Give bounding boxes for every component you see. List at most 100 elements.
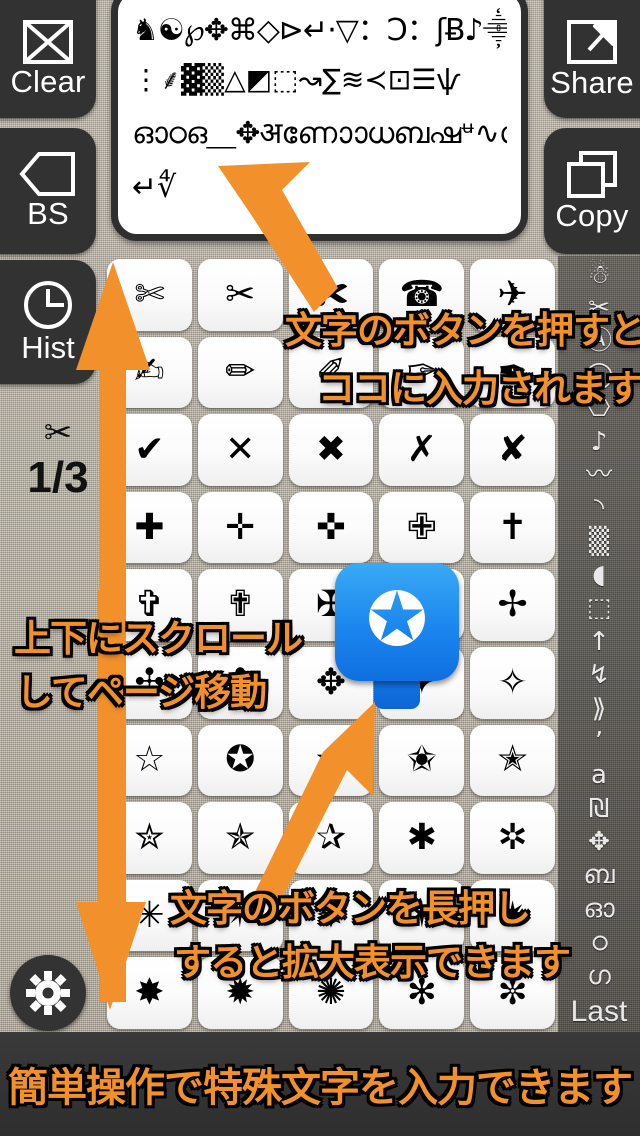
rail-category-item[interactable]: ↯: [558, 659, 640, 692]
rail-category-item[interactable]: ഓ: [558, 892, 640, 925]
grid-cell[interactable]: ✝: [467, 489, 558, 567]
share-icon: [567, 20, 617, 64]
character-key[interactable]: ✏: [197, 336, 283, 409]
character-key[interactable]: ✖: [288, 414, 374, 486]
grid-cell[interactable]: ✍: [104, 334, 195, 412]
text-display-field[interactable]: ♞☯℘✥⌘◇⊳↵·▽：Ɔ：ʃɃ♪⸎╲ ⋮⸙▓▒△◩⬚↝∑≋≺⊡☰ѱ ഓഠഒ⸏✥अ…: [111, 0, 528, 241]
backspace-button[interactable]: BS: [0, 128, 96, 254]
character-key[interactable]: ✔: [107, 414, 192, 486]
rail-category-item[interactable]: ♪: [558, 425, 640, 458]
clear-button[interactable]: Clear: [0, 0, 96, 118]
grid-cell[interactable]: ✦: [376, 644, 467, 722]
backspace-icon: [19, 152, 75, 196]
character-key[interactable]: ✄: [107, 259, 192, 331]
character-key[interactable]: ✍: [107, 336, 192, 409]
grid-cell[interactable]: ✘: [467, 411, 558, 489]
history-button-label: Hist: [21, 330, 75, 365]
rail-category-item[interactable]: ⬚: [558, 592, 640, 625]
grid-cell[interactable]: ✕: [195, 411, 286, 489]
character-key[interactable]: ✲: [470, 802, 555, 874]
grid-cell[interactable]: ✰: [286, 799, 377, 877]
rail-category-item[interactable]: ◝: [558, 492, 640, 525]
grid-cell[interactable]: ✬: [376, 722, 467, 800]
grid-cell[interactable]: ✲: [467, 799, 558, 877]
grid-cell[interactable]: ✚: [104, 489, 195, 567]
grid-cell[interactable]: ✜: [286, 489, 377, 567]
grid-cell[interactable]: ✱: [376, 799, 467, 877]
clock-icon: [24, 281, 72, 329]
grid-cell[interactable]: ✭: [467, 722, 558, 800]
rail-category-item[interactable]: ബ: [558, 859, 640, 892]
rail-category-item[interactable]: ⟫: [558, 692, 640, 725]
rail-category-item[interactable]: ▒: [558, 525, 640, 558]
history-button[interactable]: Hist: [0, 260, 96, 384]
rail-category-item[interactable]: a: [558, 759, 640, 792]
grid-cell[interactable]: ✯: [195, 799, 286, 877]
rail-category-item[interactable]: ʼ: [558, 725, 640, 758]
scissors-icon: ✂: [43, 413, 73, 453]
character-key[interactable]: ✯: [197, 802, 283, 874]
character-key[interactable]: ✡: [379, 569, 465, 641]
rail-category-item[interactable]: ↑: [558, 625, 640, 658]
annotation-longpress-line2: すると拡大表示できます: [174, 942, 571, 983]
grid-cell[interactable]: ✗: [376, 411, 467, 489]
grid-cell[interactable]: ✔: [104, 411, 195, 489]
character-key[interactable]: ✦: [379, 646, 465, 719]
character-key[interactable]: ✂: [197, 259, 283, 331]
character-key[interactable]: ✗: [379, 414, 465, 486]
grid-cell[interactable]: ✙: [376, 489, 467, 567]
rail-category-item[interactable]: ഠ: [558, 926, 640, 959]
copy-icon: [567, 151, 617, 198]
rail-category-item[interactable]: 〰: [558, 458, 640, 491]
grid-cell[interactable]: ✂: [195, 256, 286, 334]
rail-category-item[interactable]: ✥: [558, 825, 640, 858]
annotation-tap-line1: 文字のボタンを押すと: [285, 310, 640, 351]
character-key[interactable]: ✪: [197, 724, 283, 797]
text-line-4: ↵∜: [132, 170, 177, 205]
grid-cell[interactable]: ✏: [195, 334, 286, 412]
character-key[interactable]: ✙: [379, 491, 465, 564]
rail-category-item[interactable]: ഗ: [558, 959, 640, 992]
character-key[interactable]: ✮: [107, 802, 192, 874]
copy-button[interactable]: Copy: [544, 128, 640, 254]
page-indicator: ✂ 1/3: [10, 414, 106, 504]
character-key[interactable]: ✜: [288, 491, 374, 564]
rail-category-item[interactable]: ◖: [558, 558, 640, 591]
gear-icon: [26, 971, 70, 1015]
share-button-label: Share: [550, 65, 634, 100]
text-line-2: ⋮⸙▓▒△◩⬚↝∑≋≺⊡☰ѱ: [132, 63, 461, 96]
share-button[interactable]: Share: [544, 0, 640, 118]
character-key[interactable]: ✕: [197, 414, 283, 486]
character-key[interactable]: ✬: [379, 724, 465, 797]
character-key[interactable]: ✫: [288, 724, 374, 797]
grid-cell[interactable]: ☆: [104, 722, 195, 800]
settings-button[interactable]: [10, 955, 86, 1031]
character-key[interactable]: ✰: [288, 802, 374, 874]
rail-category-item[interactable]: ₪: [558, 792, 640, 825]
character-key[interactable]: ☆: [107, 724, 192, 797]
annotation-tap-line2: ココに入力されます: [318, 368, 640, 409]
grid-cell[interactable]: ✮: [104, 799, 195, 877]
rail-category-item[interactable]: ☃: [558, 258, 640, 291]
grid-cell[interactable]: ✛: [195, 489, 286, 567]
character-key[interactable]: ✱: [379, 802, 465, 874]
grid-cell[interactable]: ✫: [286, 722, 377, 800]
grid-cell[interactable]: ✪: [195, 722, 286, 800]
annotation-longpress-line1: 文字のボタンを長押し: [170, 888, 531, 929]
clear-icon: [23, 20, 73, 64]
grid-cell[interactable]: ✡: [376, 566, 467, 644]
character-key[interactable]: ✝: [470, 491, 555, 564]
annotation-scroll-line1: 上下にスクロール: [14, 618, 303, 659]
grid-cell[interactable]: ✖: [286, 411, 377, 489]
grid-cell[interactable]: ✢: [467, 566, 558, 644]
rail-last-button[interactable]: Last: [558, 992, 640, 1032]
character-key[interactable]: ✭: [470, 724, 555, 797]
character-key[interactable]: ✚: [107, 491, 192, 564]
character-key[interactable]: ✧: [470, 646, 555, 719]
grid-cell[interactable]: ✄: [104, 256, 195, 334]
grid-cell[interactable]: ✧: [467, 644, 558, 722]
copy-button-label: Copy: [555, 198, 629, 233]
character-key[interactable]: ✛: [197, 491, 283, 564]
character-key[interactable]: ✘: [470, 414, 555, 486]
character-key[interactable]: ✢: [470, 569, 555, 641]
